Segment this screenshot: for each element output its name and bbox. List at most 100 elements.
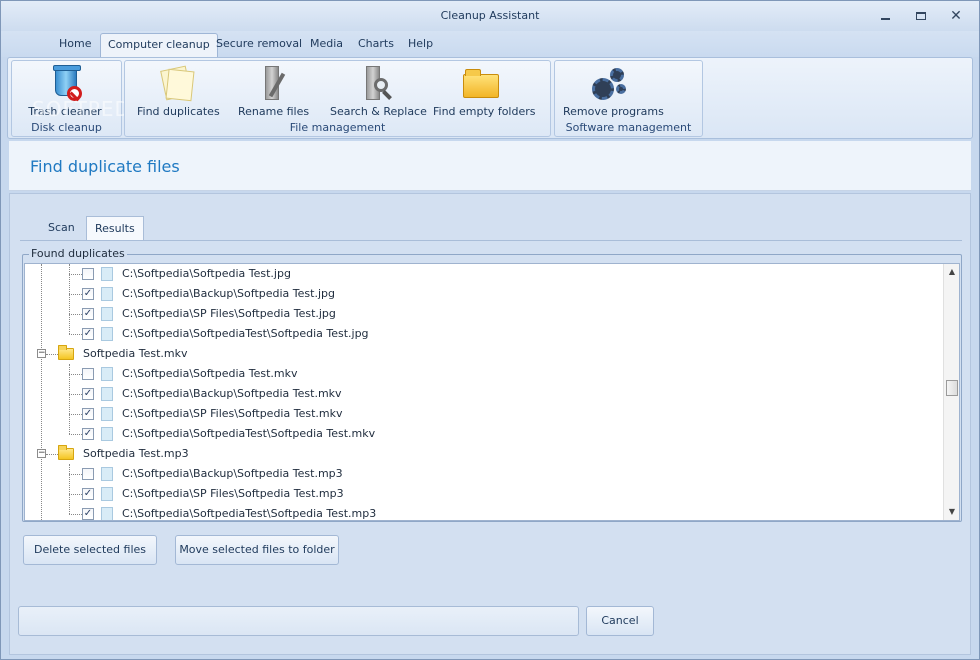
page-header: Find duplicate files	[9, 141, 971, 191]
found-duplicates-group: Found duplicates C:\Softpedia\Softpedia …	[22, 247, 962, 522]
file-checkbox[interactable]	[82, 468, 94, 480]
duplicate-file-row[interactable]: ✓ C:\Softpedia\SP Files\Softpedia Test.mp…	[25, 484, 943, 504]
file-checkbox[interactable]: ✓	[82, 308, 94, 320]
file-icon	[101, 267, 113, 281]
tree-connector	[69, 394, 82, 395]
find-empty-folders-button[interactable]: Find empty folders	[433, 64, 536, 118]
tree-connector	[69, 414, 82, 415]
found-duplicates-legend: Found duplicates	[29, 247, 127, 260]
duplicate-file-row[interactable]: ✓ C:\Softpedia\SP Files\Softpedia Test.mk…	[25, 404, 943, 424]
ribbon-tabs: Home Computer cleanup Secure removal Med…	[1, 31, 979, 57]
collapse-icon[interactable]: −	[37, 349, 46, 358]
file-icon	[101, 407, 113, 421]
tab-computer-cleanup[interactable]: Computer cleanup	[100, 33, 218, 57]
file-icon	[101, 467, 113, 481]
tab-charts[interactable]: Charts	[351, 33, 401, 57]
file-path: C:\Softpedia\Softpedia Test.mkv	[122, 367, 298, 380]
tree-connector	[69, 314, 82, 315]
tab-media[interactable]: Media	[303, 33, 350, 57]
tree-connector	[69, 374, 82, 375]
file-path: C:\Softpedia\SP Files\Softpedia Test.mkv	[122, 407, 343, 420]
rename-pen-icon	[255, 64, 291, 102]
cancel-button[interactable]: Cancel	[586, 606, 654, 636]
group-label-software-management: Software management	[565, 121, 692, 134]
file-checkbox[interactable]	[82, 368, 94, 380]
folder-icon	[58, 345, 74, 360]
ribbon-panel: Trash cleaner Disk cleanup SOFTPEDIA Fin…	[7, 57, 973, 139]
tree-connector	[69, 514, 82, 515]
remove-programs-label: Remove programs	[563, 105, 664, 118]
remove-programs-button[interactable]: Remove programs	[563, 64, 664, 118]
duplicate-file-row[interactable]: C:\Softpedia\Backup\Softpedia Test.mp3	[25, 464, 943, 484]
file-icon	[101, 367, 113, 381]
duplicate-file-row[interactable]: ✓ C:\Softpedia\Backup\Softpedia Test.mkv	[25, 384, 943, 404]
group-label-disk-cleanup: Disk cleanup	[31, 121, 102, 134]
scroll-thumb[interactable]	[946, 380, 958, 396]
search-replace-icon	[356, 64, 392, 102]
file-icon	[101, 307, 113, 321]
maximize-button[interactable]	[910, 7, 932, 25]
tab-secure-removal[interactable]: Secure removal	[209, 33, 309, 57]
duplicate-file-row[interactable]: ✓ C:\Softpedia\SoftpediaTest\Softpedia Te…	[25, 424, 943, 444]
file-path: C:\Softpedia\SoftpediaTest\Softpedia Tes…	[122, 507, 377, 520]
file-icon	[101, 287, 113, 301]
scroll-up-icon[interactable]: ▲	[944, 264, 959, 280]
file-checkbox[interactable]: ✓	[82, 488, 94, 500]
delete-selected-files-button[interactable]: Delete selected files	[23, 535, 157, 565]
file-path: C:\Softpedia\SoftpediaTest\Softpedia Tes…	[122, 427, 376, 440]
rename-files-button[interactable]: Rename files	[238, 64, 309, 118]
file-path: C:\Softpedia\Backup\Softpedia Test.jpg	[122, 287, 335, 300]
tab-scan[interactable]: Scan	[40, 216, 83, 240]
vertical-scrollbar[interactable]: ▲ ▼	[943, 264, 959, 520]
search-replace-button[interactable]: Search & Replace	[330, 64, 427, 118]
file-path: C:\Softpedia\SP Files\Softpedia Test.mp3	[122, 487, 344, 500]
group-name: Softpedia Test.mp3	[83, 447, 189, 460]
file-checkbox[interactable]	[82, 268, 94, 280]
file-icon	[101, 507, 113, 520]
tree-connector	[69, 274, 82, 275]
tree-connector	[69, 474, 82, 475]
minimize-button[interactable]	[874, 7, 896, 25]
duplicate-file-row[interactable]: ✓ C:\Softpedia\Backup\Softpedia Test.jpg	[25, 284, 943, 304]
find-duplicates-button[interactable]: Find duplicates	[137, 64, 220, 118]
group-label-file-management: File management	[289, 121, 386, 134]
duplicate-file-row[interactable]: ✓ C:\Softpedia\SoftpediaTest\Softpedia Te…	[25, 324, 943, 344]
group-software-management: Remove programs Software management	[554, 60, 703, 137]
search-replace-label: Search & Replace	[330, 105, 427, 118]
close-icon: ✕	[950, 8, 962, 24]
minimize-icon	[880, 18, 890, 20]
duplicate-file-row[interactable]: C:\Softpedia\Softpedia Test.mkv	[25, 364, 943, 384]
duplicate-group-row[interactable]: − Softpedia Test.mp3	[25, 444, 943, 464]
file-checkbox[interactable]: ✓	[82, 508, 94, 520]
find-empty-folders-label: Find empty folders	[433, 105, 536, 118]
tree-connector	[46, 454, 58, 455]
file-path: C:\Softpedia\Backup\Softpedia Test.mkv	[122, 387, 342, 400]
content-panel: Scan Results Found duplicates C:\Softped…	[9, 193, 971, 655]
duplicate-file-row[interactable]: C:\Softpedia\Softpedia Test.jpg	[25, 264, 943, 284]
duplicates-tree-rows: C:\Softpedia\Softpedia Test.jpg ✓ C:\Softp…	[25, 264, 943, 520]
duplicate-file-row[interactable]: ✓ C:\Softpedia\SP Files\Softpedia Test.jp…	[25, 304, 943, 324]
file-icon	[101, 387, 113, 401]
duplicate-papers-icon	[157, 64, 195, 102]
file-path: C:\Softpedia\Softpedia Test.jpg	[122, 267, 291, 280]
duplicate-group-row[interactable]: − Softpedia Test.mkv	[25, 344, 943, 364]
duplicates-tree[interactable]: C:\Softpedia\Softpedia Test.jpg ✓ C:\Softp…	[24, 263, 960, 521]
tab-home[interactable]: Home	[52, 33, 98, 57]
move-selected-files-button[interactable]: Move selected files to folder	[175, 535, 339, 565]
maximize-icon	[916, 12, 926, 20]
file-checkbox[interactable]: ✓	[82, 288, 94, 300]
folder-icon	[58, 445, 74, 460]
scroll-down-icon[interactable]: ▼	[944, 504, 959, 520]
close-button[interactable]: ✕	[945, 7, 967, 25]
duplicate-file-row[interactable]: ✓ C:\Softpedia\SoftpediaTest\Softpedia Te…	[25, 504, 943, 520]
file-checkbox[interactable]: ✓	[82, 428, 94, 440]
file-checkbox[interactable]: ✓	[82, 328, 94, 340]
tab-results[interactable]: Results	[86, 216, 144, 240]
file-path: C:\Softpedia\SoftpediaTest\Softpedia Tes…	[122, 327, 369, 340]
tab-help[interactable]: Help	[401, 33, 440, 57]
file-checkbox[interactable]: ✓	[82, 408, 94, 420]
file-path: C:\Softpedia\SP Files\Softpedia Test.jpg	[122, 307, 336, 320]
file-checkbox[interactable]: ✓	[82, 388, 94, 400]
tree-connector	[69, 334, 82, 335]
collapse-icon[interactable]: −	[37, 449, 46, 458]
